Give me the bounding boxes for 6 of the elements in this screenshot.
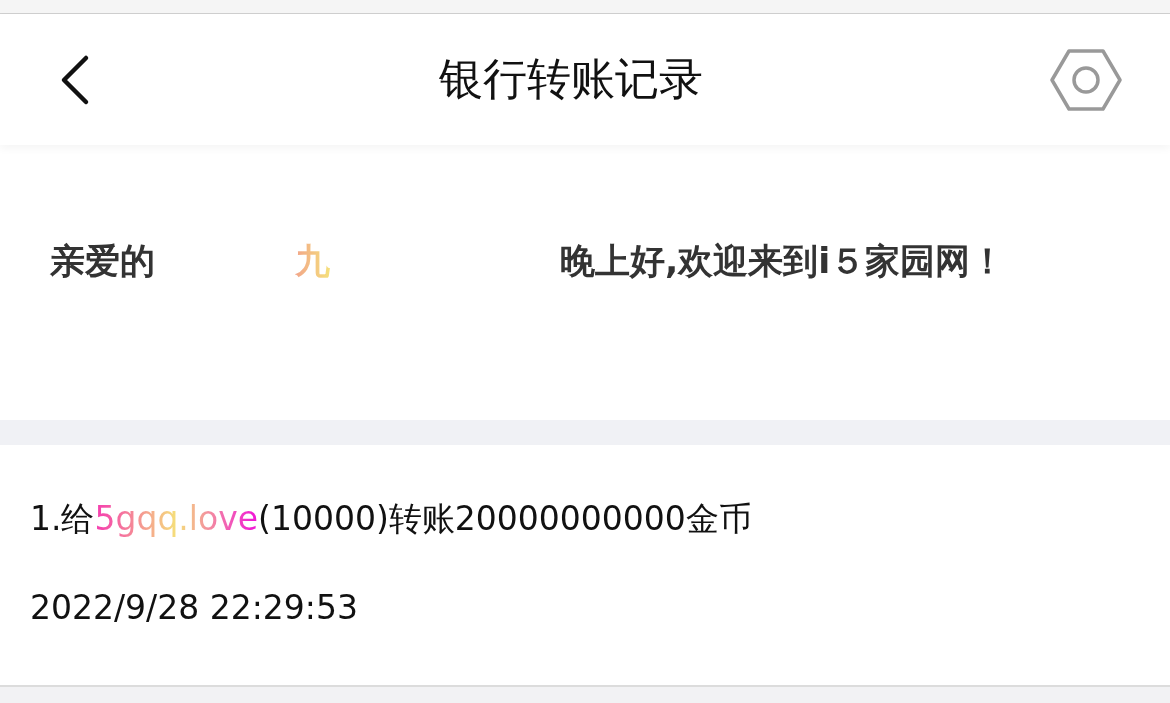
settings-icon bbox=[1050, 47, 1122, 112]
transfer-time: 2022/9/28 22:29:53 bbox=[30, 588, 358, 627]
page-title: 银行转账记录 bbox=[439, 52, 703, 106]
transfer-text: 1.给5gqq.love(10000)转账20000000000金币 bbox=[30, 498, 752, 540]
greeting-text: 亲爱的 九 晚上好,欢迎来到i５家园网！ bbox=[50, 145, 1090, 307]
settings-button[interactable] bbox=[1050, 47, 1122, 112]
